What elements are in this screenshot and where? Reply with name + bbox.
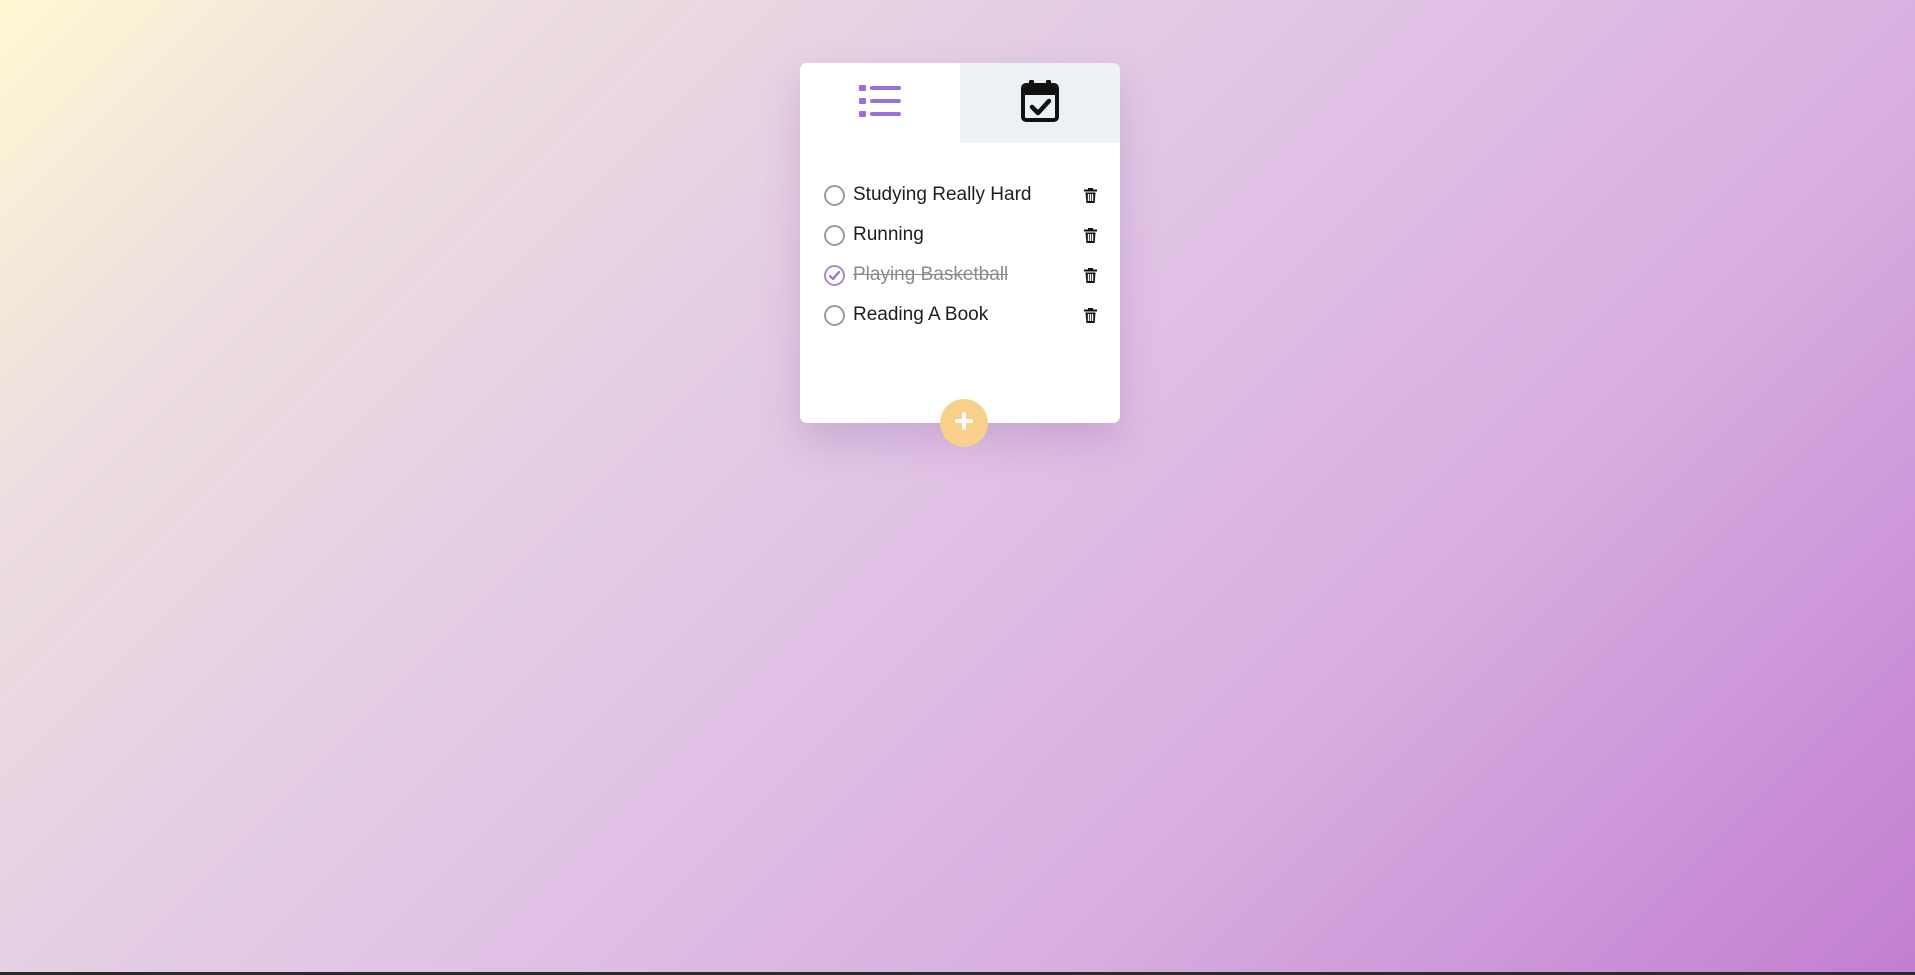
todo-label: Studying Really Hard xyxy=(853,184,1032,205)
todo-label: Running xyxy=(853,224,924,245)
todo-list: Studying Really Hard Running Playing Bas… xyxy=(800,143,1120,335)
todo-checkbox[interactable] xyxy=(824,264,845,286)
add-task-button[interactable] xyxy=(940,399,988,447)
todo-checkbox[interactable] xyxy=(824,184,845,206)
trash-icon[interactable] xyxy=(1082,186,1098,204)
todo-label: Reading A Book xyxy=(853,304,989,325)
todo-card: Studying Really Hard Running Playing Bas… xyxy=(800,63,1120,447)
trash-icon[interactable] xyxy=(1082,266,1098,284)
todo-item: Studying Really Hard xyxy=(824,175,1098,215)
todo-checkbox[interactable] xyxy=(824,304,845,326)
trash-icon[interactable] xyxy=(1082,306,1098,324)
todo-item: Reading A Book xyxy=(824,295,1098,335)
todo-label: Playing Basketball xyxy=(853,264,1009,285)
plus-icon xyxy=(954,411,974,436)
todo-item: Running xyxy=(824,215,1098,255)
todo-item: Playing Basketball xyxy=(824,255,1098,295)
list-icon xyxy=(859,84,901,123)
trash-icon[interactable] xyxy=(1082,226,1098,244)
todo-checkbox[interactable] xyxy=(824,224,845,246)
tab-list[interactable] xyxy=(800,63,960,143)
calendar-check-icon xyxy=(1021,79,1059,127)
check-icon xyxy=(829,270,840,280)
tab-calendar[interactable] xyxy=(960,63,1120,143)
tab-bar xyxy=(800,63,1120,143)
